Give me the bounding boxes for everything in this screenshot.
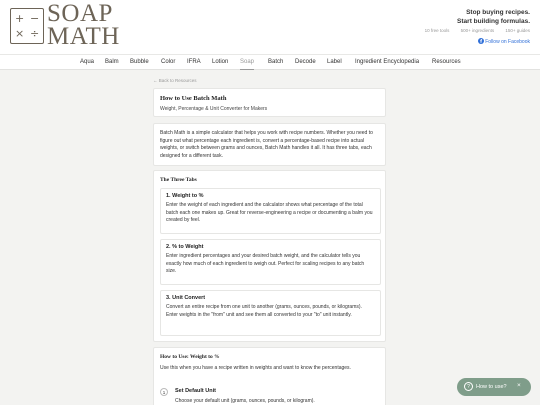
nav-item-lotion[interactable]: Lotion <box>212 55 228 70</box>
nav-item-color[interactable]: Color <box>161 55 175 70</box>
main-nav: Aqua Balm Bubble Color IFRA Lotion Soap … <box>0 54 540 70</box>
step-description: Choose your default unit (grams, ounces,… <box>175 398 315 404</box>
question-icon: ? <box>464 382 473 391</box>
close-icon[interactable]: × <box>517 382 521 389</box>
logo-line-2: MATH <box>47 23 120 50</box>
three-tabs-heading: The Three Tabs <box>160 177 197 183</box>
tagline-line-2: Start building formulas. <box>457 18 530 25</box>
howto-heading: How to Use: Weight to % <box>160 354 220 360</box>
times-symbol: × <box>15 27 25 40</box>
back-to-resources-link[interactable]: ← Back to Resources <box>153 78 197 83</box>
nav-item-soap[interactable]: Soap <box>240 55 255 70</box>
step-title: Set Default Unit <box>175 388 216 394</box>
facebook-follow-label: Follow on Facebook <box>485 39 530 45</box>
logo-line-1: SOAP <box>47 0 113 27</box>
tab-card-percent-to-weight: 2. % to Weight Enter ingredient percenta… <box>160 239 381 285</box>
how-to-use-help-button[interactable]: ? How to use? × <box>457 378 531 396</box>
tab-description: Enter ingredient percentages and your de… <box>166 253 365 274</box>
tab-description: Convert an entire recipe from one unit t… <box>166 304 362 318</box>
tab-card-unit-convert: 3. Unit Convert Convert an entire recipe… <box>160 290 381 336</box>
stat-ingredients: 500+ ingredients <box>460 28 495 33</box>
title-card: How to Use Batch Math Weight, Percentage… <box>153 88 386 117</box>
facebook-icon <box>477 38 484 44</box>
nav-item-aqua[interactable]: Aqua <box>80 55 94 70</box>
stat-guides: 150+ guides <box>505 28 530 33</box>
site-stats: 10 free tools 500+ ingredients 150+ guid… <box>415 28 530 33</box>
calculator-logo-icon[interactable]: + − × ÷ <box>10 8 44 44</box>
howto-card: How to Use: Weight to % Use this when yo… <box>153 347 386 405</box>
page-title: How to Use Batch Math <box>160 95 227 102</box>
page-subtitle: Weight, Percentage & Unit Converter for … <box>160 106 268 112</box>
nav-item-decode[interactable]: Decode <box>295 55 316 70</box>
howto-text: Use this when you have a recipe written … <box>160 365 351 371</box>
tab-title: 2. % to Weight <box>166 244 204 250</box>
divide-symbol: ÷ <box>30 27 40 40</box>
facebook-follow-link[interactable]: Follow on Facebook <box>477 38 530 45</box>
step-number: 1 <box>160 388 168 396</box>
nav-item-resources[interactable]: Resources <box>432 55 461 70</box>
three-tabs-card: The Three Tabs 1. Weight to % Enter the … <box>153 170 386 342</box>
tab-title: 1. Weight to % <box>166 193 204 199</box>
nav-item-balm[interactable]: Balm <box>105 55 119 70</box>
tagline-line-1: Stop buying recipes. <box>466 9 530 16</box>
site-header: + − × ÷ SOAP MATH Stop buying recipes. S… <box>0 0 540 54</box>
nav-item-ifra[interactable]: IFRA <box>187 55 201 70</box>
stat-tools: 10 free tools <box>424 28 450 33</box>
tagline: Stop buying recipes. Start building form… <box>457 8 530 26</box>
intro-text: Batch Math is a simple calculator that h… <box>160 130 373 159</box>
tab-description: Enter the weight of each ingredient and … <box>166 202 373 223</box>
nav-item-bubble[interactable]: Bubble <box>130 55 149 70</box>
site-logo-wordmark[interactable]: SOAP MATH <box>47 0 120 50</box>
nav-item-ingredient-encyclopedia[interactable]: Ingredient Encyclopedia <box>355 55 419 70</box>
tab-card-weight-to-percent: 1. Weight to % Enter the weight of each … <box>160 188 381 234</box>
help-label: How to use? <box>476 383 507 390</box>
nav-item-batch[interactable]: Batch <box>268 55 283 70</box>
intro-card: Batch Math is a simple calculator that h… <box>153 123 386 166</box>
minus-symbol: − <box>30 12 40 25</box>
nav-item-label[interactable]: Label <box>327 55 342 70</box>
plus-symbol: + <box>15 12 25 25</box>
tab-title: 3. Unit Convert <box>166 295 206 301</box>
